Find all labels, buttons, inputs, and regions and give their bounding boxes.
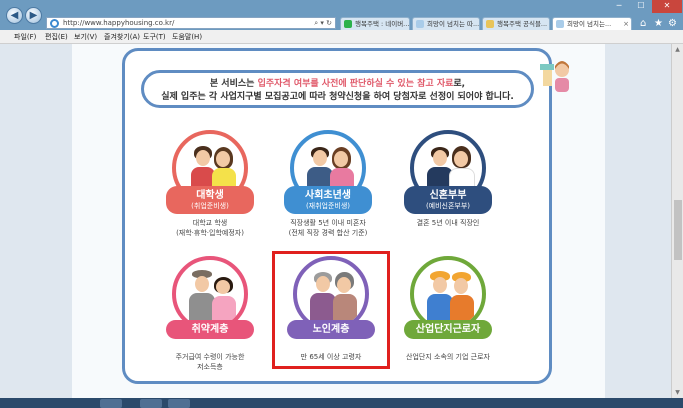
tab-label: 희망이 넘치는... [567,20,612,28]
mascot-character-icon [540,61,569,92]
url-text: http://www.happyhousing.co.kr/ [63,19,175,27]
scroll-thumb[interactable] [674,200,682,260]
card-industrial-worker[interactable]: 산업단지근로자 산업단지 소속의 기업 근로자 [398,256,498,366]
category-pill: 대학생 (취업준비생) [166,186,254,214]
back-arrow-icon: ◀ [10,10,19,21]
description-line: (재학·휴학·입학예정자) [176,229,244,237]
card-vulnerable-group[interactable]: 취약계층 주거급여 수령이 가능한 저소득층 [160,256,260,371]
category-title: 대학생 [196,190,224,201]
maximize-button[interactable]: ☐ [630,0,652,13]
description-line: (전체 직장 경력 합산 기준) [288,229,368,237]
category-subtitle: (예비신혼부부) [425,202,471,210]
ie-icon [50,19,59,28]
tab-1[interactable]: 행복주택 : 네이버... [340,17,410,30]
tab-label: 행복주택 공식블... [497,20,548,28]
category-description: 직장생활 5년 이내 미혼자 (전체 직장 경력 합산 기준) [268,218,388,238]
description-line: 결혼 5년 이내 직장인 [416,219,480,227]
description-line: 주거급여 수령이 가능한 [175,353,245,361]
taskbar [0,398,683,408]
vertical-scrollbar[interactable]: ▲ ▼ [671,44,683,398]
description-line: 직장생활 5년 이내 미혼자 [290,219,366,227]
minimize-button[interactable]: ─ [608,0,630,13]
service-notice: 본 서비스는 입주자격 여부를 사전에 판단하실 수 있는 참고 자료로, 실제… [141,70,534,108]
home-icon[interactable]: ⌂ [640,18,646,29]
tab-label: 행복주택 : 네이버... [355,20,410,28]
menu-favorites[interactable]: 즐겨찾기(A) [104,32,140,42]
description-line: 산업단지 소속의 기업 근로자 [406,353,490,361]
category-pill: 신혼부부 (예비신혼부부) [404,186,492,214]
category-description: 산업단지 소속의 기업 근로자 [388,352,508,362]
page-icon [416,20,424,28]
forward-button[interactable]: ▶ [25,7,42,24]
tab-label: 희망이 넘치는 따... [427,20,480,28]
card-university-student[interactable]: 대학생 (취업준비생) 대학교 학생 (재학·휴학·입학예정자) [160,130,260,240]
page-icon [556,20,564,28]
gear-icon[interactable]: ⚙ [668,18,677,29]
category-description: 결혼 5년 이내 직장인 [388,218,508,228]
favorites-star-icon[interactable]: ★ [654,18,663,29]
card-young-worker[interactable]: 사회초년생 (재취업준비생) 직장생활 5년 이내 미혼자 (전체 직장 경력 … [278,130,378,240]
category-title: 신혼부부 [429,190,467,201]
category-description: 대학교 학생 (재학·휴학·입학예정자) [150,218,270,238]
close-window-button[interactable]: ✕ [652,0,682,13]
back-button[interactable]: ◀ [6,7,23,24]
taskbar-app-3[interactable] [168,399,190,408]
taskbar-app-2[interactable] [140,399,162,408]
category-subtitle: (취업준비생) [191,202,229,210]
card-newlyweds[interactable]: 신혼부부 (예비신혼부부) 결혼 5년 이내 직장인 [398,130,498,240]
taskbar-app-1[interactable] [100,399,122,408]
category-title: 산업단지근로자 [415,324,481,335]
close-icon: ✕ [663,1,671,10]
category-pill: 산업단지근로자 [404,320,492,339]
tab-2[interactable]: 희망이 넘치는 따... [412,17,480,30]
browser-titlebar: ◀ ▶ http://www.happyhousing.co.kr/ ⌕ ▾ ↻… [0,0,683,30]
maximize-icon: ☐ [637,1,645,10]
category-pill: 사회초년생 (재취업준비생) [284,186,372,214]
menu-file[interactable]: 파일(F) [14,32,36,42]
scroll-down-icon[interactable]: ▼ [672,387,683,398]
menu-bar: 파일(F) 편집(E) 보기(V) 즐겨찾기(A) 도구(T) 도움말(H) [0,30,683,44]
tab-3[interactable]: 행복주택 공식블... [482,17,550,30]
category-subtitle: (재취업준비생) [305,202,351,210]
forward-arrow-icon: ▶ [29,10,38,21]
address-tools[interactable]: ⌕ ▾ ↻ [314,18,332,28]
category-title: 취약계층 [191,324,229,335]
category-pill: 취약계층 [166,320,254,339]
notice-line-2: 실제 입주는 각 사업지구별 모집공고에 따라 청약신청을 하여 당첨자로 선정… [161,92,514,102]
category-title: 사회초년생 [305,190,351,201]
menu-tools[interactable]: 도구(T) [143,32,166,42]
selection-highlight-box [272,251,390,369]
description-line: 대학교 학생 [192,219,228,227]
menu-view[interactable]: 보기(V) [74,32,97,42]
naver-icon [344,20,352,28]
notice-text: 로, [453,79,466,89]
notice-line-1: 본 서비스는 입주자격 여부를 사전에 판단하실 수 있는 참고 자료로, [144,78,531,91]
blog-icon [486,20,494,28]
category-description: 주거급여 수령이 가능한 저소득층 [150,352,270,372]
tab-4-active[interactable]: 희망이 넘치는... × [552,17,632,30]
scroll-up-icon[interactable]: ▲ [672,44,683,55]
notice-highlight: 입주자격 여부를 사전에 판단하실 수 있는 참고 자료 [257,79,454,89]
menu-edit[interactable]: 편집(E) [45,32,68,42]
close-tab-icon[interactable]: × [623,18,629,30]
menu-help[interactable]: 도움말(H) [172,32,202,42]
notice-text: 본 서비스는 [209,79,258,89]
description-line: 저소득층 [197,363,223,371]
minimize-icon: ─ [616,1,622,10]
address-bar[interactable]: http://www.happyhousing.co.kr/ ⌕ ▾ ↻ [46,17,336,29]
